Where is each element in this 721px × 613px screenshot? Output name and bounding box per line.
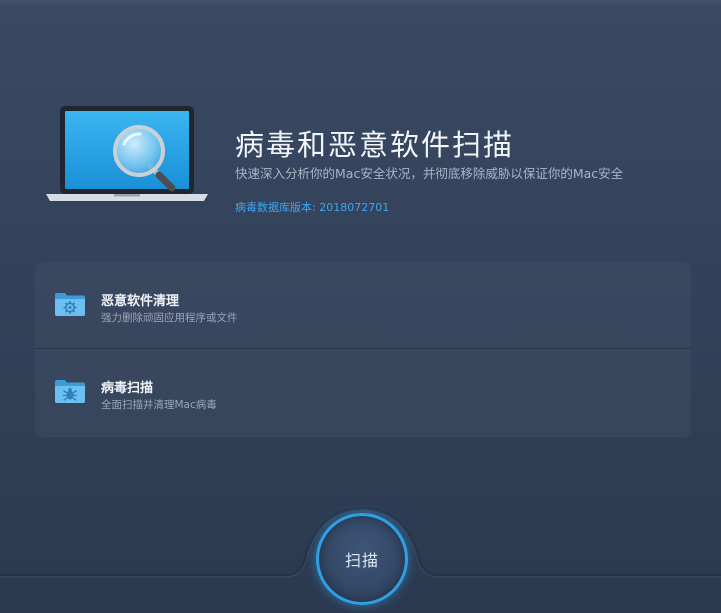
scan-button-label: 扫描: [344, 551, 379, 570]
module-malware-cleanup[interactable]: 恶意软件清理 强力删除顽固应用程序或文件: [35, 262, 691, 349]
scan-button[interactable]: 扫描: [316, 513, 408, 605]
page-title: 病毒和恶意软件扫描: [235, 128, 515, 162]
folder-gear-icon: [55, 293, 85, 316]
window-top-edge: [0, 0, 721, 6]
module-title: 恶意软件清理: [101, 294, 180, 309]
module-virus-scan[interactable]: 病毒扫描 全面扫描并清理Mac病毒: [35, 349, 691, 436]
virus-database-version: 病毒数据库版本: 2018072701: [235, 201, 390, 214]
module-description: 强力删除顽固应用程序或文件: [101, 312, 238, 324]
module-description: 全面扫描并清理Mac病毒: [101, 399, 217, 411]
scan-modules-panel: 恶意软件清理 强力删除顽固应用程序或文件 病毒扫描 全面扫描并清理Mac病毒: [35, 262, 691, 437]
laptop-magnifier-icon: [46, 106, 208, 201]
module-title: 病毒扫描: [101, 381, 154, 396]
page-subtitle: 快速深入分析你的Mac安全状况，并彻底移除威胁以保证你的Mac安全: [235, 166, 624, 181]
folder-bug-icon: [55, 380, 85, 403]
